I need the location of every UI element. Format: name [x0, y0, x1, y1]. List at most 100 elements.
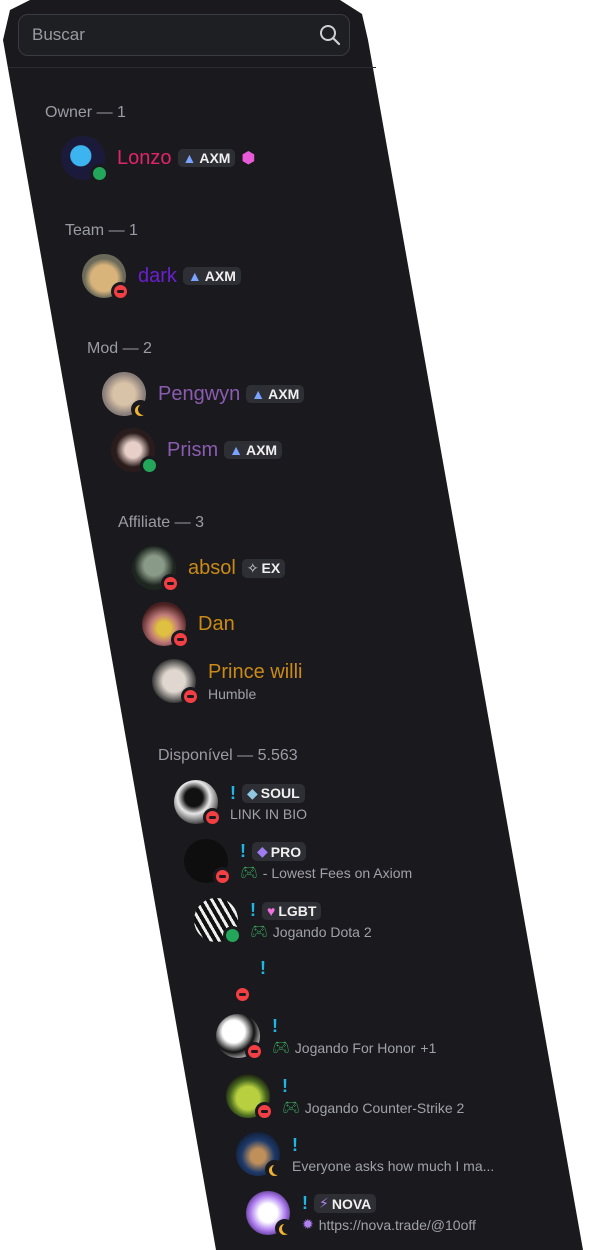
member-name: !: [302, 1193, 308, 1213]
group-header-affiliate: Affiliate — 3: [118, 514, 204, 531]
member-name: Lonzo: [117, 146, 172, 169]
guild-tag-badge: ⚡︎ NOVA: [314, 1194, 377, 1213]
guild-tag-badge: ✧ EX: [241, 558, 286, 578]
avatar: [226, 1074, 274, 1121]
member-row[interactable]: !: [204, 956, 266, 1004]
group-header-available: Disponível — 5.563: [158, 747, 298, 764]
guild-tag-badge: ♥ LGBT: [262, 901, 322, 920]
feather-icon: ◆: [257, 843, 268, 859]
guild-tag-badge: ▲ AXM: [246, 385, 305, 403]
member-status-text: https://nova.trade/@10off: [318, 1216, 476, 1233]
boost-icon: ⬢: [241, 150, 256, 167]
member-name: Prism: [167, 438, 219, 461]
guild-tag-badge: ▲ AXM: [177, 149, 236, 167]
member-row[interactable]: ! ◆ PRO 🎮︎ - Lowest Fees on Axiom: [184, 838, 413, 886]
member-name: Prince willi: [208, 660, 303, 683]
status-online-icon: [90, 164, 109, 183]
drop-icon: ▲: [182, 150, 197, 166]
member-name: !: [260, 957, 266, 978]
member-name: !: [250, 900, 256, 920]
feather-icon: ◆: [247, 784, 258, 801]
lightning-icon: ⚡︎: [319, 1195, 329, 1211]
member-row[interactable]: Lonzo ▲ AXM ⬢: [61, 135, 256, 183]
search-icon[interactable]: [319, 24, 341, 51]
status-dnd-icon: [233, 985, 252, 1004]
avatar: [82, 254, 130, 301]
divider: [8, 67, 376, 68]
avatar: [204, 957, 252, 1004]
status-online-icon: [223, 926, 242, 945]
gamepad-icon: 🎮︎: [240, 864, 258, 880]
status-dnd-icon: [161, 574, 180, 593]
avatar: [184, 839, 232, 886]
status-dnd-icon: [171, 630, 190, 649]
guild-tag-badge: ▲ AXM: [182, 267, 241, 285]
member-name: !: [282, 1076, 288, 1096]
avatar: [132, 546, 180, 593]
status-dnd-icon: [181, 687, 200, 706]
search-box[interactable]: [18, 14, 350, 56]
status-dnd-icon: [213, 867, 232, 886]
avatar: [152, 659, 200, 706]
member-status-text: Jogando For Honor: [294, 1039, 416, 1056]
heart-icon: ♥: [267, 902, 276, 919]
member-row[interactable]: ! Everyone asks how much I ma...: [236, 1131, 495, 1179]
member-row[interactable]: dark ▲ AXM: [82, 253, 241, 301]
member-row[interactable]: ! ⚡︎ NOVA ✹ https://nova.trade/@10off: [246, 1190, 476, 1238]
guild-tag-badge: ◆ PRO: [252, 842, 307, 861]
avatar: [102, 372, 150, 419]
member-row[interactable]: ! 🎮︎ Jogando Counter-Strike 2: [226, 1073, 465, 1121]
member-status-text: Humble: [208, 685, 257, 702]
group-header-owner: Owner — 1: [45, 104, 126, 121]
group-header-mod: Mod — 2: [87, 340, 152, 357]
guild-tag-badge: ▲ AXM: [224, 441, 283, 459]
avatar: [194, 898, 242, 945]
search-input[interactable]: [30, 24, 314, 46]
avatar: [111, 428, 159, 475]
drop-icon: ▲: [251, 386, 266, 402]
avatar: [236, 1132, 284, 1179]
member-name: !: [272, 1016, 278, 1036]
member-status-text: Jogando Counter-Strike 2: [304, 1099, 465, 1116]
avatar: [174, 780, 222, 827]
status-dnd-icon: [255, 1102, 274, 1121]
member-name: !: [240, 841, 246, 861]
group-header-team: Team — 1: [65, 222, 138, 239]
gamepad-icon: 🎮︎: [272, 1039, 290, 1055]
member-name: absol: [188, 556, 236, 579]
gamepad-icon: 🎮︎: [282, 1099, 300, 1115]
member-row[interactable]: Pengwyn ▲ AXM: [102, 371, 305, 419]
status-dnd-icon: [245, 1042, 264, 1061]
member-status-text: LINK IN BIO: [230, 805, 308, 822]
gamepad-icon: 🎮︎: [250, 923, 268, 939]
guild-tag-badge: ◆ SOUL: [242, 783, 305, 803]
status-idle-icon: [131, 400, 150, 419]
member-row[interactable]: absol ✧ EX: [132, 545, 286, 593]
member-name: Pengwyn: [158, 382, 241, 405]
avatar: [61, 136, 109, 183]
status-online-icon: [140, 456, 159, 475]
member-list-panel: [3, 0, 583, 1250]
member-row[interactable]: Prism ▲ AXM: [111, 427, 283, 475]
member-status-text: Everyone asks how much I ma...: [292, 1157, 495, 1174]
avatar: [142, 602, 190, 649]
custom-emoji-icon: ✹: [302, 1216, 314, 1232]
member-row[interactable]: Dan: [142, 601, 235, 649]
member-row[interactable]: Prince willi Humble: [152, 658, 303, 706]
status-dnd-icon: [203, 808, 222, 827]
member-status-text: Jogando Dota 2: [272, 923, 372, 940]
status-idle-icon: [275, 1219, 294, 1238]
activity-count: +1: [420, 1039, 437, 1056]
drop-icon: ▲: [229, 442, 243, 458]
avatar: [216, 1014, 264, 1061]
member-name: dark: [138, 264, 177, 287]
avatar: [246, 1191, 294, 1238]
member-row[interactable]: ! ◆ SOUL LINK IN BIO: [174, 779, 308, 827]
sparkle-icon: ✧: [246, 559, 259, 576]
member-status-text: - Lowest Fees on Axiom: [262, 864, 413, 881]
status-dnd-icon: [111, 282, 130, 301]
member-row[interactable]: ! ♥ LGBT 🎮︎ Jogando Dota 2: [194, 897, 372, 945]
member-name: !: [292, 1134, 298, 1155]
member-row[interactable]: ! 🎮︎ Jogando For Honor +1: [216, 1013, 437, 1061]
member-name: !: [230, 782, 236, 803]
